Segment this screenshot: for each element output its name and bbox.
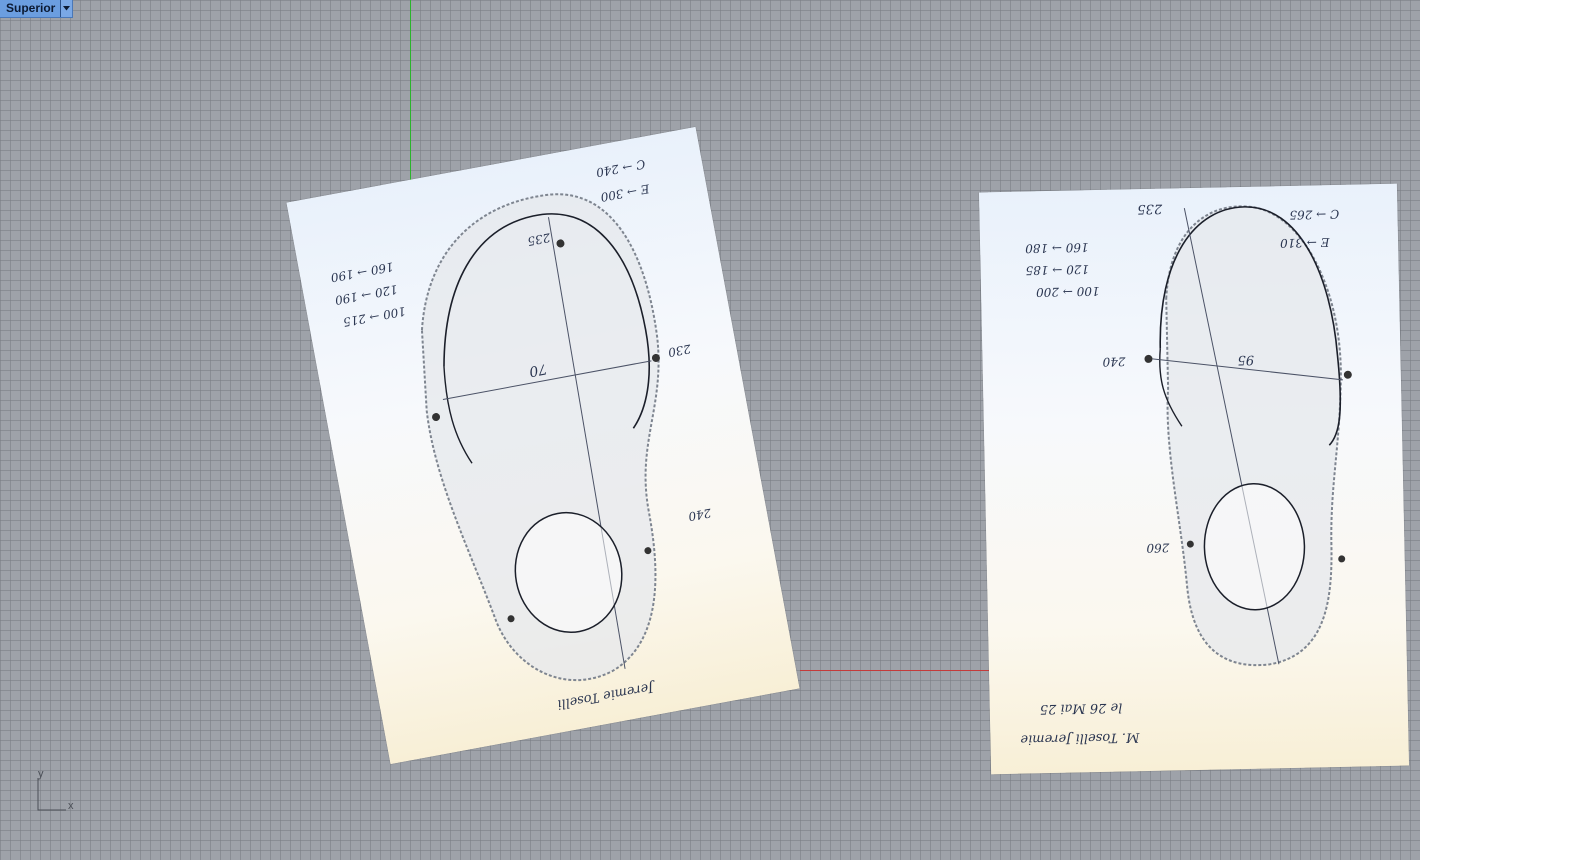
- note-left-mid: 240: [1102, 354, 1126, 369]
- note-top: 235: [1137, 200, 1163, 217]
- viewport-title-tab[interactable]: Superior: [0, 0, 74, 18]
- y-axis-line: [410, 0, 411, 182]
- note-l2: 120 → 185: [1025, 262, 1090, 278]
- axis-indicator: y x: [32, 768, 82, 818]
- note-e: E → 310: [1279, 235, 1330, 251]
- note-c: C → 265: [1289, 206, 1340, 222]
- y-axis-label: y: [38, 768, 44, 780]
- chevron-down-icon[interactable]: [60, 0, 73, 17]
- signature: M. Toselli Jeremie: [1020, 729, 1140, 747]
- x-axis-line: [800, 670, 1000, 671]
- note-mid: 95: [1237, 351, 1255, 368]
- note-l3: 100 → 200: [1035, 283, 1100, 300]
- viewport-name[interactable]: Superior: [0, 0, 60, 17]
- note-left-low: 260: [1146, 540, 1170, 556]
- note-mid: 70: [527, 360, 549, 380]
- note-date: le 26 Mai 25: [1039, 699, 1123, 717]
- foot-outline-left: [420, 193, 660, 682]
- foot-scan-right[interactable]: C → 265 E → 310 160 → 180 120 → 185 100 …: [978, 183, 1410, 775]
- note-l1: 160 → 180: [1024, 240, 1089, 256]
- foot-scan-left[interactable]: C → 240 E → 300 160 → 190 120 → 190 100 …: [286, 126, 800, 765]
- x-axis-label: x: [68, 800, 74, 812]
- viewport-top[interactable]: Superior C → 240 E → 300 160 → 190 120 →…: [0, 0, 1420, 860]
